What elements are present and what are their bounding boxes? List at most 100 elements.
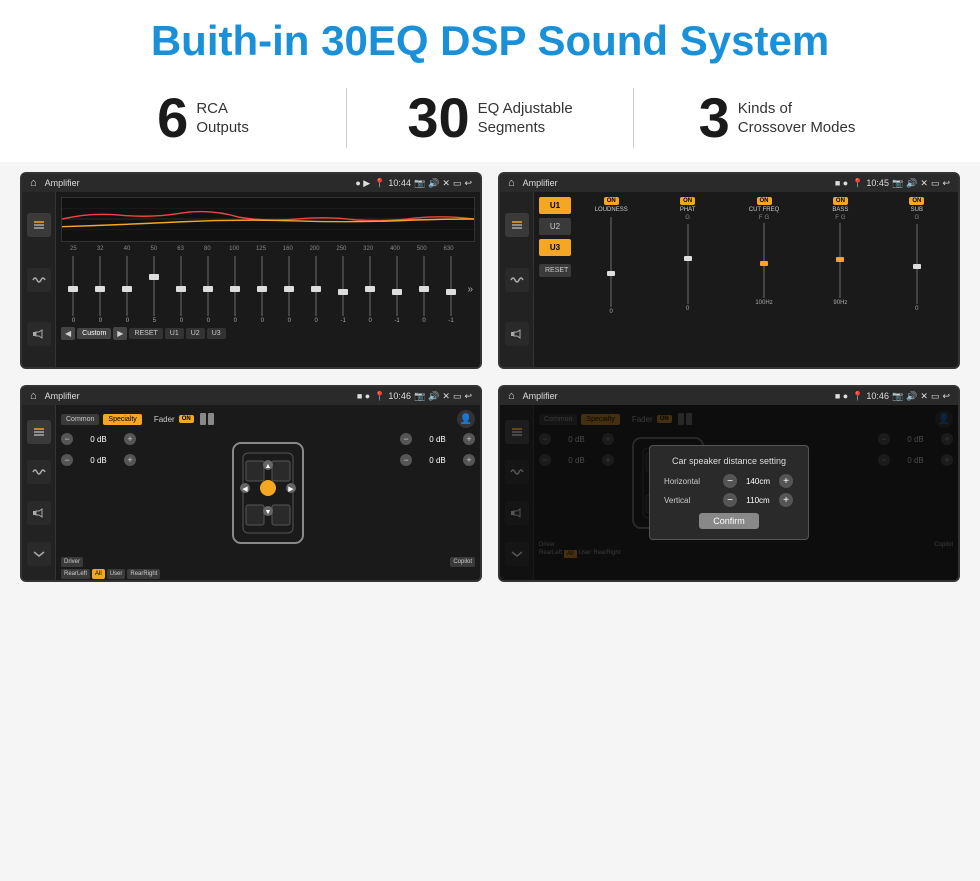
slider-12[interactable]: -1 <box>385 254 410 324</box>
minus-btn-3[interactable]: − <box>400 433 412 445</box>
all-btn[interactable]: All <box>92 569 105 579</box>
expand-icon[interactable]: » <box>466 282 476 297</box>
reset-btn-amp2[interactable]: RESET <box>539 264 571 277</box>
stat-rca: 6 RCAOutputs <box>60 90 346 146</box>
slider-10[interactable]: -1 <box>331 254 356 324</box>
stats-row: 6 RCAOutputs 30 EQ AdjustableSegments 3 … <box>0 74 980 162</box>
fader-on-badge: ON <box>179 415 194 423</box>
minus-btn-4[interactable]: − <box>400 454 412 466</box>
sub-slider[interactable] <box>916 224 918 304</box>
slider-14[interactable]: -1 <box>439 254 464 324</box>
vertical-minus[interactable]: − <box>723 493 737 507</box>
u2-btn[interactable]: U2 <box>186 328 205 339</box>
db-row-3: − 0 dB + <box>400 433 475 445</box>
right-icons-3: 📍 10:46 📷 🔊 ✕ ▭ ↩ <box>374 391 472 402</box>
reset-btn-eq[interactable]: RESET <box>129 328 162 339</box>
preset-u1[interactable]: U1 <box>539 197 571 214</box>
camera-icon-3: 📷 <box>414 391 425 402</box>
sound-icon-3: 🔊 <box>428 391 439 402</box>
slider-7[interactable]: 0 <box>250 254 275 324</box>
vertical-plus[interactable]: + <box>779 493 793 507</box>
plus-btn-1[interactable]: + <box>124 433 136 445</box>
user-btn[interactable]: User <box>107 569 126 579</box>
db-value-2: 0 dB <box>75 456 122 465</box>
slider-4[interactable]: 0 <box>169 254 194 324</box>
vertical-value: 110cm <box>740 496 776 505</box>
slider-5[interactable]: 0 <box>196 254 221 324</box>
loudness-slider[interactable] <box>610 217 612 307</box>
screen-eq: ⌂ Amplifier ● ▶ 📍 10:44 📷 🔊 ✕ ▭ ↩ <box>20 172 482 369</box>
eq-bottom-bar: ◀ Custom ▶ RESET U1 U2 U3 <box>61 327 475 340</box>
status-bar-2: ⌂ Amplifier ■ ● 📍 10:45 📷 🔊 ✕ ▭ ↩ <box>500 174 958 192</box>
wave-icon[interactable] <box>27 268 51 292</box>
filter-icon[interactable] <box>27 213 51 237</box>
copilot-btn[interactable]: Copilot <box>450 557 475 567</box>
stat-label-crossover: Kinds ofCrossover Modes <box>738 99 856 138</box>
rearleft-btn[interactable]: RearLeft <box>61 569 90 579</box>
filter-icon-3[interactable] <box>27 420 51 444</box>
phat-toggle[interactable]: ON <box>680 197 695 205</box>
driver-btn[interactable]: Driver <box>61 557 83 567</box>
specialty-tab[interactable]: Specialty <box>103 414 141 425</box>
phat-slider[interactable] <box>687 224 689 304</box>
module-bass: ON BASS F G 90Hz <box>804 197 876 362</box>
minus-btn-2[interactable]: − <box>61 454 73 466</box>
svg-text:◀: ◀ <box>242 486 248 493</box>
slider-2[interactable]: 0 <box>115 254 140 324</box>
fader-body: − 0 dB + − 0 dB + <box>61 433 475 553</box>
wave-icon-3[interactable] <box>27 460 51 484</box>
slider-0[interactable]: 0 <box>61 254 86 324</box>
slider-9[interactable]: 0 <box>304 254 329 324</box>
u3-btn[interactable]: U3 <box>207 328 226 339</box>
play-icons-3: ■ ● <box>357 391 370 401</box>
db-value-1: 0 dB <box>75 435 122 444</box>
speaker-icon[interactable] <box>27 322 51 346</box>
horizontal-value: 140cm <box>740 477 776 486</box>
custom-preset-btn[interactable]: Custom <box>77 328 111 339</box>
home-icon-1: ⌂ <box>30 177 37 189</box>
wave-icon-2[interactable] <box>505 268 529 292</box>
screen1-title: Amplifier <box>45 178 352 188</box>
slider-13[interactable]: 0 <box>412 254 437 324</box>
play-preset-btn[interactable]: ▶ <box>113 327 127 340</box>
u1-btn[interactable]: U1 <box>165 328 184 339</box>
prev-preset-btn[interactable]: ◀ <box>61 327 75 340</box>
fader-bottom-btns: Driver Copilot <box>61 557 475 567</box>
bass-slider[interactable] <box>839 223 841 298</box>
cutfreq-toggle[interactable]: ON <box>757 197 772 205</box>
plus-btn-2[interactable]: + <box>124 454 136 466</box>
plus-btn-4[interactable]: + <box>463 454 475 466</box>
slider-3[interactable]: 5 <box>142 254 167 324</box>
db-row-1: − 0 dB + <box>61 433 136 445</box>
bass-toggle[interactable]: ON <box>833 197 848 205</box>
filter-icon-2[interactable] <box>505 213 529 237</box>
rearright-btn[interactable]: RearRight <box>127 569 160 579</box>
slider-11[interactable]: 0 <box>358 254 383 324</box>
common-tab[interactable]: Common <box>61 414 99 425</box>
vertical-row: Vertical − 110cm + <box>664 493 794 507</box>
svg-text:▼: ▼ <box>265 509 272 516</box>
window-icon-2: ▭ <box>931 178 940 189</box>
sub-toggle[interactable]: ON <box>909 197 924 205</box>
loudness-toggle[interactable]: ON <box>604 197 619 205</box>
screen-amp2: ⌂ Amplifier ■ ● 📍 10:45 📷 🔊 ✕ ▭ ↩ <box>498 172 960 369</box>
speaker-icon-2[interactable] <box>505 322 529 346</box>
preset-u2[interactable]: U2 <box>539 218 571 235</box>
minus-btn-1[interactable]: − <box>61 433 73 445</box>
cutfreq-slider[interactable] <box>763 223 765 298</box>
slider-1[interactable]: 0 <box>88 254 113 324</box>
preset-u3[interactable]: U3 <box>539 239 571 256</box>
stat-label-rca: RCAOutputs <box>196 99 249 138</box>
horizontal-minus[interactable]: − <box>723 474 737 488</box>
confirm-button[interactable]: Confirm <box>699 513 759 529</box>
eq-sliders-row: 0 0 0 5 <box>61 254 475 324</box>
expand-icon-3[interactable] <box>27 542 51 566</box>
screen-fader: ⌂ Amplifier ■ ● 📍 10:46 📷 🔊 ✕ ▭ ↩ <box>20 385 482 582</box>
slider-6[interactable]: 0 <box>223 254 248 324</box>
speaker-icon-3[interactable] <box>27 501 51 525</box>
back-icon-4: ↩ <box>942 391 950 402</box>
slider-8[interactable]: 0 <box>277 254 302 324</box>
plus-btn-3[interactable]: + <box>463 433 475 445</box>
horizontal-plus[interactable]: + <box>779 474 793 488</box>
fader-top-bar: Common Specialty Fader ON 👤 <box>61 410 475 428</box>
